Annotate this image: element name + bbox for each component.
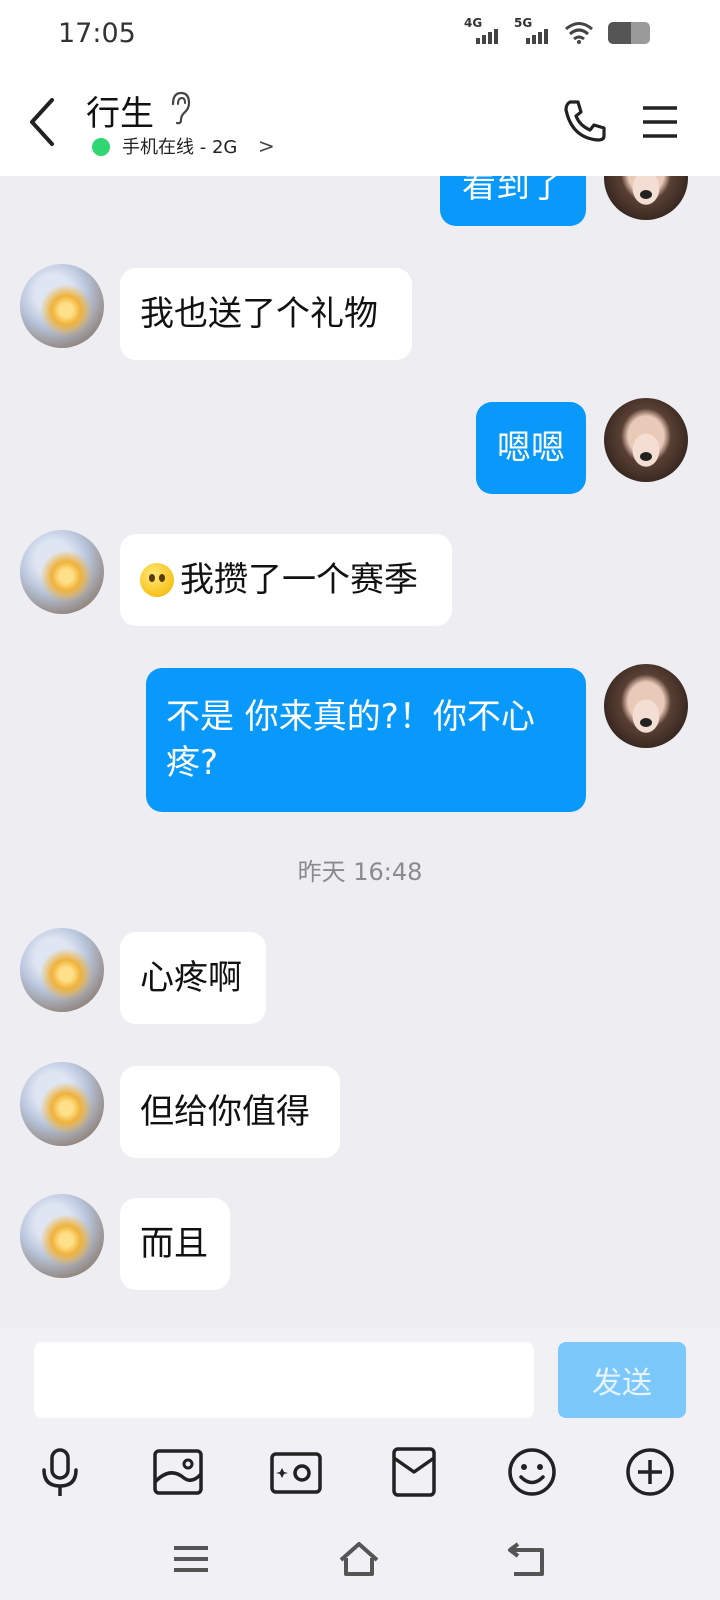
- message-input[interactable]: [34, 1342, 534, 1418]
- timestamp: 昨天 16:48: [297, 858, 423, 886]
- contact-avatar[interactable]: [20, 928, 104, 1012]
- online-status-dot: [92, 138, 110, 156]
- message-text: 嗯嗯: [497, 428, 565, 468]
- message-text: 看到了: [462, 176, 564, 206]
- back-arrow-icon[interactable]: [22, 94, 62, 150]
- input-bar: 发送: [0, 1328, 720, 1600]
- nav-menu-icon[interactable]: [168, 1536, 214, 1582]
- contact-avatar[interactable]: [20, 530, 104, 614]
- camera-icon[interactable]: [268, 1444, 324, 1500]
- nav-back-icon[interactable]: [504, 1536, 550, 1582]
- menu-icon[interactable]: [640, 102, 680, 142]
- signal-5g-icon: 5G: [514, 16, 550, 48]
- self-avatar[interactable]: [604, 664, 688, 748]
- plus-icon[interactable]: [622, 1444, 678, 1500]
- message-text: 而且: [140, 1224, 208, 1264]
- smiley-face-icon: [140, 563, 174, 597]
- message-bubble[interactable]: 但给你值得: [120, 1066, 340, 1158]
- status-icons: 4G 5G: [464, 16, 650, 48]
- wifi-icon: [565, 22, 593, 44]
- red-packet-icon[interactable]: [386, 1444, 442, 1500]
- status-bar: 17:05 4G 5G: [0, 0, 720, 70]
- contact-avatar[interactable]: [20, 264, 104, 348]
- message-bubble[interactable]: 我也送了个礼物: [120, 268, 412, 360]
- nav-home-icon[interactable]: [336, 1536, 382, 1582]
- battery-icon: [608, 22, 650, 44]
- message-bubble[interactable]: 而且: [120, 1198, 230, 1290]
- contact-avatar[interactable]: [20, 1194, 104, 1278]
- battery-fill: [608, 22, 632, 44]
- message-text: 但给你值得: [140, 1092, 310, 1132]
- status-time: 17:05: [58, 18, 136, 49]
- picture-icon[interactable]: [150, 1444, 206, 1500]
- chat-header: 行生 手机在线 - 2G >: [0, 70, 720, 176]
- phone-icon[interactable]: [560, 96, 610, 146]
- send-button[interactable]: 发送: [558, 1342, 686, 1418]
- message-text: 我攒了一个赛季: [180, 560, 418, 600]
- emoji-icon[interactable]: [504, 1444, 560, 1500]
- message-bubble[interactable]: 我攒了一个赛季: [120, 534, 452, 626]
- message-text: 我也送了个礼物: [140, 294, 378, 334]
- message-bubble[interactable]: 心疼啊: [120, 932, 266, 1024]
- contact-avatar[interactable]: [20, 1062, 104, 1146]
- contact-name[interactable]: 行生: [86, 86, 154, 135]
- message-bubble[interactable]: 看到了: [440, 176, 586, 226]
- message-bubble[interactable]: 嗯嗯: [476, 402, 586, 494]
- signal-4g-icon: 4G: [464, 16, 500, 48]
- online-status[interactable]: 手机在线 - 2G: [122, 133, 237, 159]
- chevron-right-icon[interactable]: >: [258, 134, 275, 158]
- message-text: 心疼啊: [140, 958, 242, 998]
- ear-icon[interactable]: [168, 90, 192, 126]
- message-list[interactable]: 看到了 我也送了个礼物 嗯嗯 我攒了一个赛季 不是 你来真的?！你不心疼? 昨天…: [0, 176, 720, 1328]
- microphone-icon[interactable]: [32, 1444, 88, 1500]
- self-avatar[interactable]: [604, 398, 688, 482]
- self-avatar[interactable]: [604, 176, 688, 220]
- message-text: 不是 你来真的?！你不心疼?: [166, 697, 535, 783]
- message-bubble[interactable]: 不是 你来真的?！你不心疼?: [146, 668, 586, 812]
